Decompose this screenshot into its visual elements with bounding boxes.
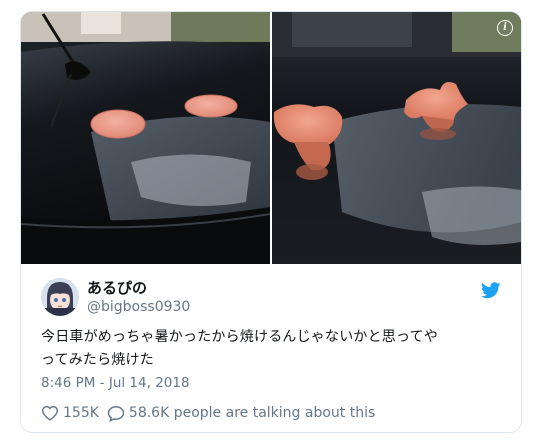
user-handle[interactable]: @bigboss0930: [87, 297, 190, 317]
like-button[interactable]: 155K: [41, 405, 99, 421]
tweet-header: あるぴの @bigboss0930: [41, 276, 501, 318]
avatar[interactable]: [41, 278, 79, 316]
tweet-media[interactable]: i: [21, 12, 521, 264]
twitter-bird-icon[interactable]: [480, 282, 501, 300]
info-icon[interactable]: i: [497, 20, 513, 36]
like-count: 155K: [63, 405, 99, 421]
tweet-timestamp[interactable]: 8:46 PM - Jul 14, 2018: [41, 374, 190, 392]
tweet-actions: 155K 58.6K people are talking about this: [41, 403, 383, 423]
photo-ham-on-car-roof[interactable]: [21, 12, 270, 264]
tweet-card: i あるぴの @bigboss0930 今日車がめっちゃ暑かったから焼けるんじゃ…: [20, 11, 522, 433]
tweet-text: 今日車がめっちゃ暑かったから焼けるんじゃないかと思ってや ってみたら焼けた: [41, 326, 501, 372]
speech-bubble-icon: [107, 405, 125, 422]
tweet-text-line-1: 今日車がめっちゃ暑かったから焼けるんじゃないかと思ってや: [41, 329, 438, 345]
tweet-text-line-2: ってみたら焼けた: [41, 352, 154, 368]
photo-cooked-ham[interactable]: i: [272, 12, 521, 264]
author-names[interactable]: あるぴの @bigboss0930: [87, 279, 190, 317]
heart-icon: [41, 405, 59, 421]
display-name[interactable]: あるぴの: [87, 279, 190, 297]
conversation-count: 58.6K people are talking about this: [128, 405, 376, 421]
reply-button[interactable]: 58.6K people are talking about this: [107, 405, 375, 422]
